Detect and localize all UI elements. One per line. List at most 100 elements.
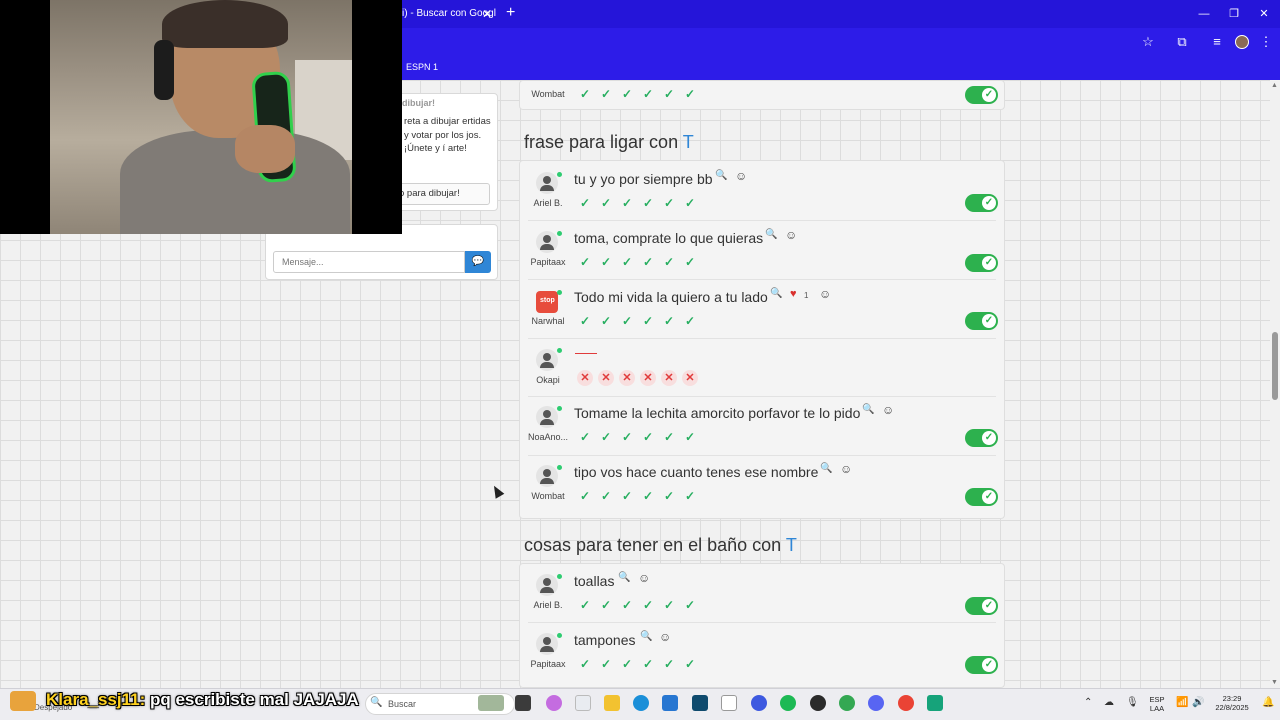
webcam-feed: [50, 0, 352, 234]
wifi-icon[interactable]: 📶: [1176, 697, 1188, 708]
check-icon: ✓: [621, 430, 633, 444]
window-close-icon[interactable]: ✕: [1254, 4, 1274, 24]
media-control-icon[interactable]: ≡: [1207, 32, 1227, 52]
bookmark-star-icon[interactable]: ☆: [1138, 32, 1158, 52]
player-name: Ariel B.: [533, 198, 563, 208]
chrome-icon[interactable]: [839, 695, 855, 711]
check-icon: ✓: [684, 430, 696, 444]
chat-message-input[interactable]: [273, 251, 465, 273]
check-icon: ✓: [642, 489, 654, 503]
validity-toggle[interactable]: [965, 194, 998, 212]
emoji-icon[interactable]: ☺: [882, 403, 894, 417]
validity-toggle[interactable]: [965, 254, 998, 272]
input-language[interactable]: ESP LAA: [1146, 695, 1168, 713]
row-divider: [528, 338, 996, 339]
user-avatar: [536, 231, 558, 253]
player-name: Wombat: [531, 89, 565, 99]
section-letter: T: [785, 535, 797, 555]
scroll-up-icon[interactable]: ▲: [1271, 82, 1278, 89]
validity-toggle[interactable]: [965, 597, 998, 615]
search-icon[interactable]: 🔍: [820, 463, 832, 474]
like-count: 1: [804, 291, 809, 300]
search-icon[interactable]: 🔍: [640, 631, 652, 642]
check-icon: ✓: [642, 314, 654, 328]
extensions-icon[interactable]: ⧉: [1172, 32, 1192, 52]
check-icon: ✓: [600, 196, 612, 210]
promo-text: reta a dibujar ertidas y votar por los j…: [404, 116, 491, 154]
user-avatar: [536, 465, 558, 487]
discord-icon[interactable]: [868, 695, 884, 711]
promo-title: dibujar!: [402, 98, 435, 108]
search-icon[interactable]: 🔍: [770, 288, 782, 299]
search-icon[interactable]: 🔍: [715, 170, 727, 181]
app-icon[interactable]: [692, 695, 708, 711]
answer-text: tampones: [574, 632, 636, 648]
check-icon: ✓: [663, 489, 675, 503]
check-icon: ✓: [600, 657, 612, 671]
online-indicator: [557, 231, 562, 236]
emoji-icon[interactable]: ☺: [659, 630, 671, 644]
validity-toggle[interactable]: [965, 656, 998, 674]
chrome-active-icon[interactable]: [898, 695, 914, 711]
validity-toggle[interactable]: [965, 429, 998, 447]
emoji-icon[interactable]: ☺: [819, 287, 831, 301]
obs-icon[interactable]: [810, 695, 826, 711]
app-icon[interactable]: [927, 695, 943, 711]
check-icon: ✓: [642, 657, 654, 671]
emoji-icon[interactable]: ☺: [840, 462, 852, 476]
online-indicator: [557, 172, 562, 177]
file-explorer-icon[interactable]: [604, 695, 620, 711]
tray-overflow-icon[interactable]: ⌃: [1084, 697, 1092, 708]
restore-icon[interactable]: ❐: [1224, 4, 1244, 24]
scrollbar-thumb[interactable]: [1272, 332, 1278, 400]
cloud-icon[interactable]: ☁: [1104, 697, 1114, 708]
volume-icon[interactable]: 🔊: [1192, 697, 1204, 708]
webcam-person-hair: [162, 0, 288, 48]
validity-toggle[interactable]: [965, 312, 998, 330]
player-name: Papitaax: [530, 659, 566, 669]
microphone-tray-icon[interactable]: 🎙: [1126, 697, 1139, 708]
browser-menu-icon[interactable]: ⋮: [1256, 32, 1276, 52]
spotify-icon[interactable]: [780, 695, 796, 711]
check-icon: ✓: [579, 598, 591, 612]
new-tab-icon[interactable]: +: [506, 3, 515, 23]
microsoft-store-icon[interactable]: [662, 695, 678, 711]
empty-answer-mark: [575, 353, 597, 354]
app-icon[interactable]: [751, 695, 767, 711]
bookmark-espn[interactable]: ESPN 1: [406, 60, 438, 74]
emoji-icon[interactable]: ☺: [735, 169, 747, 183]
scroll-down-icon[interactable]: ▼: [1271, 679, 1278, 686]
app-icon[interactable]: [721, 695, 737, 711]
validity-toggle[interactable]: [965, 86, 998, 104]
row-divider: [528, 279, 996, 280]
validity-toggle[interactable]: [965, 488, 998, 506]
user-avatar: [536, 172, 558, 194]
cross-icon: ✕: [661, 370, 677, 386]
store-bag-icon[interactable]: [575, 695, 591, 711]
profile-avatar[interactable]: [1235, 35, 1249, 49]
heart-icon[interactable]: ♥: [790, 288, 797, 300]
check-icon: ✓: [621, 598, 633, 612]
chat-send-button[interactable]: 💬: [465, 251, 491, 273]
answer-text: Todo mi vida la quiero a tu lado: [574, 289, 768, 305]
search-icon[interactable]: 🔍: [618, 572, 630, 583]
clock[interactable]: 23:29 22/8/2025: [1210, 694, 1254, 712]
online-indicator: [557, 290, 562, 295]
check-icon: ✓: [579, 430, 591, 444]
copilot-icon[interactable]: [546, 695, 562, 711]
tab-close-icon[interactable]: ✕: [482, 4, 492, 24]
search-icon[interactable]: 🔍: [765, 229, 777, 240]
emoji-icon[interactable]: ☺: [785, 228, 797, 242]
task-view-icon[interactable]: [515, 695, 531, 711]
minimize-icon[interactable]: —: [1194, 4, 1214, 24]
chat-username: Klara_ssj11:: [46, 690, 146, 709]
emoji-icon[interactable]: ☺: [638, 571, 650, 585]
row-divider: [528, 455, 996, 456]
cross-icon: ✕: [640, 370, 656, 386]
taskbar-widget-icon[interactable]: [478, 695, 504, 711]
check-icon: ✓: [579, 657, 591, 671]
row-divider: [528, 396, 996, 397]
notification-bell-icon[interactable]: 🔔: [1262, 697, 1274, 708]
search-icon[interactable]: 🔍: [862, 404, 874, 415]
edge-icon[interactable]: [633, 695, 649, 711]
